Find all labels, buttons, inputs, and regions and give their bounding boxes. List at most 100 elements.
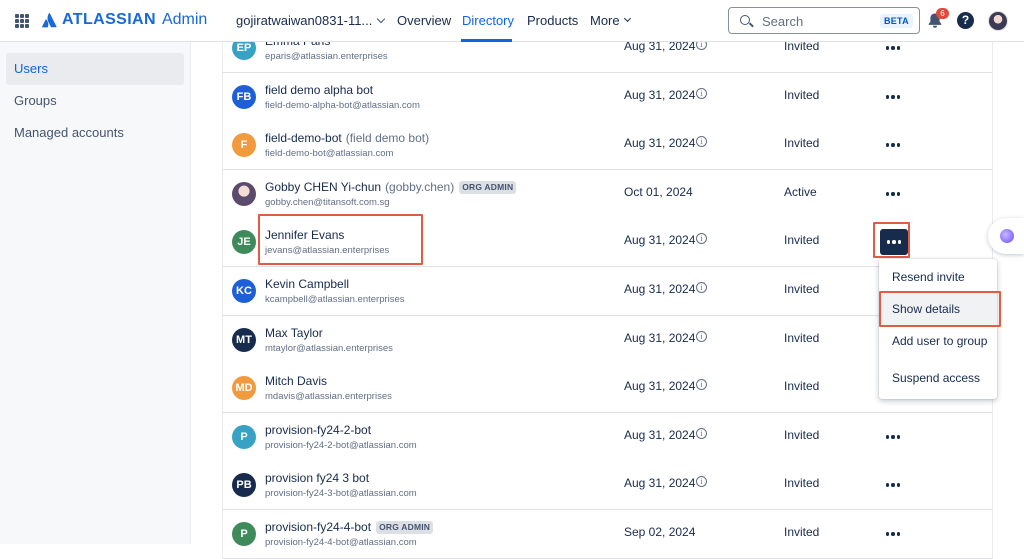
- user-status: Invited: [784, 379, 820, 393]
- tab-directory[interactable]: Directory: [462, 13, 514, 28]
- menu-item-suspend-access[interactable]: Suspend access: [879, 361, 997, 395]
- last-active-date: Aug 31, 2024: [624, 233, 696, 247]
- organization-selector[interactable]: gojiratwaiwan0831-11...: [236, 13, 386, 28]
- user-email: provision-fy24-4-bot@atlassian.com: [265, 537, 417, 548]
- tab-overview[interactable]: Overview: [397, 13, 451, 28]
- info-icon[interactable]: i: [696, 428, 707, 439]
- tab-more[interactable]: More: [590, 13, 631, 28]
- sidebar: Users Groups Managed accounts: [0, 42, 191, 544]
- info-icon[interactable]: i: [696, 136, 707, 147]
- user-name-cell[interactable]: Jennifer Evans: [265, 228, 344, 242]
- atlassian-admin-logo[interactable]: ATLASSIAN Admin: [42, 11, 207, 29]
- user-name-cell[interactable]: field demo alpha bot: [265, 83, 373, 97]
- atlassian-logo-icon: [42, 12, 57, 28]
- notification-count-badge: 6: [936, 8, 949, 19]
- avatar: FB: [232, 85, 256, 109]
- user-name: Mitch Davis: [265, 374, 328, 388]
- menu-item-show-details[interactable]: Show details: [879, 292, 997, 326]
- table-row[interactable]: PB provision fy24 3 bot provision-fy24-3-b…: [222, 461, 993, 510]
- user-name-cell[interactable]: Kevin Campbell: [265, 277, 349, 291]
- chevron-down-icon: [623, 14, 631, 23]
- more-actions-button[interactable]: [877, 182, 909, 206]
- table-row[interactable]: FB field demo alpha bot field-demo-alpha-b…: [222, 73, 993, 122]
- table-row[interactable]: KC Kevin Campbell kcampbell@atlassian.ente…: [222, 267, 993, 316]
- sidebar-item-users[interactable]: Users: [6, 53, 184, 85]
- tab-products[interactable]: Products: [527, 13, 578, 28]
- avatar: PB: [232, 473, 256, 497]
- info-icon[interactable]: i: [696, 282, 707, 293]
- info-icon[interactable]: i: [696, 379, 707, 390]
- user-name-cell[interactable]: provision fy24 3 bot: [265, 471, 369, 485]
- user-email: jevans@atlassian.enterprises: [265, 245, 390, 256]
- table-row[interactable]: MT Max Taylor mtaylor@atlassian.enterprise…: [222, 316, 993, 365]
- user-name: Gobby CHEN Yi-chun: [265, 180, 382, 194]
- table-row[interactable]: JE Jennifer Evans jevans@atlassian.enterpr…: [222, 218, 993, 267]
- last-active-date: Aug 31, 2024: [624, 136, 696, 150]
- last-active-date: Aug 31, 2024: [624, 282, 696, 296]
- more-actions-button[interactable]: [877, 473, 909, 497]
- app-switcher-icon[interactable]: [15, 14, 29, 28]
- help-icon[interactable]: ?: [957, 12, 974, 29]
- more-actions-button[interactable]: [880, 229, 908, 255]
- user-status: Invited: [784, 476, 820, 490]
- avatar: F: [232, 133, 256, 157]
- assistant-floating-button[interactable]: [988, 218, 1024, 254]
- last-active-date: Aug 31, 2024: [624, 428, 696, 442]
- table-row[interactable]: Pprovision-fy24-4-bot ORG ADMIN provision-…: [222, 510, 993, 559]
- user-name: Max Taylor: [265, 326, 323, 340]
- user-name-cell[interactable]: Mitch Davis: [265, 374, 327, 388]
- sidebar-item-managed-accounts[interactable]: Managed accounts: [6, 117, 184, 149]
- user-name-cell[interactable]: field-demo-bot (field demo bot): [265, 131, 429, 145]
- user-email: kcampbell@atlassian.enterprises: [265, 294, 405, 305]
- last-active-date: Aug 31, 2024: [624, 88, 696, 102]
- user-status: Invited: [784, 88, 820, 102]
- user-email: gobby.chen@titansoft.com.sg: [265, 197, 390, 208]
- info-icon[interactable]: i: [696, 233, 707, 244]
- more-actions-button[interactable]: [877, 522, 909, 546]
- table-row[interactable]: Gobby CHEN Yi-chun (gobby.chen) ORG ADMIN g…: [222, 170, 993, 219]
- user-email: field-demo-alpha-bot@atlassian.com: [265, 100, 420, 111]
- last-active-date: Aug 31, 2024: [624, 331, 696, 345]
- menu-item-resend-invite[interactable]: Resend invite: [879, 260, 997, 294]
- more-actions-button[interactable]: [877, 425, 909, 449]
- logo-product-name: Admin: [161, 11, 208, 28]
- user-status: Invited: [784, 331, 820, 345]
- search-icon: [740, 15, 750, 25]
- user-name: provision-fy24-2-bot: [265, 423, 372, 437]
- user-name-cell[interactable]: Gobby CHEN Yi-chun (gobby.chen) ORG ADMIN: [265, 180, 517, 194]
- info-icon[interactable]: i: [696, 331, 707, 342]
- menu-item-add-user-to-group[interactable]: Add user to group: [879, 324, 997, 358]
- user-status: Invited: [784, 233, 820, 247]
- user-name: provision fy24 3 bot: [265, 471, 370, 485]
- user-status: Invited: [784, 282, 820, 296]
- beta-badge: BETA: [879, 14, 913, 28]
- user-nickname: (gobby.chen): [385, 180, 455, 194]
- last-active-date: Aug 31, 2024: [624, 379, 696, 393]
- user-status: Invited: [784, 136, 820, 150]
- table-row[interactable]: Pprovision-fy24-2-bot provision-fy24-2-bo…: [222, 413, 993, 462]
- table-row[interactable]: MD Mitch Davis mdavis@atlassian.enterprise…: [222, 364, 993, 413]
- search-box[interactable]: BETA: [728, 7, 920, 34]
- search-input[interactable]: [762, 13, 872, 29]
- info-icon[interactable]: i: [696, 476, 707, 487]
- tab-more-label: More: [590, 13, 620, 28]
- assistant-icon: [1000, 229, 1014, 243]
- profile-avatar[interactable]: [988, 11, 1008, 31]
- user-name-cell[interactable]: provision-fy24-4-bot ORG ADMIN: [265, 520, 434, 534]
- more-actions-button[interactable]: [877, 85, 909, 109]
- top-navigation: ATLASSIAN Admin gojiratwaiwan0831-11... …: [0, 0, 1024, 42]
- user-email: field-demo-bot@atlassian.com: [265, 148, 394, 159]
- info-icon[interactable]: i: [696, 88, 707, 99]
- user-nickname: (field demo bot): [345, 131, 430, 145]
- sidebar-item-groups[interactable]: Groups: [6, 85, 184, 117]
- avatar: JE: [232, 230, 256, 254]
- user-name-cell[interactable]: Max Taylor: [265, 326, 323, 340]
- user-name: field-demo-bot: [265, 131, 342, 145]
- table-row[interactable]: Ffield-demo-bot (field demo bot) field-dem…: [222, 121, 993, 170]
- user-name-cell[interactable]: provision-fy24-2-bot: [265, 423, 371, 437]
- chevron-down-icon: [377, 14, 386, 23]
- user-email: mtaylor@atlassian.enterprises: [265, 343, 393, 354]
- avatar: P: [232, 425, 256, 449]
- more-actions-button[interactable]: [877, 133, 909, 157]
- last-active-date: Sep 02, 2024: [624, 525, 696, 539]
